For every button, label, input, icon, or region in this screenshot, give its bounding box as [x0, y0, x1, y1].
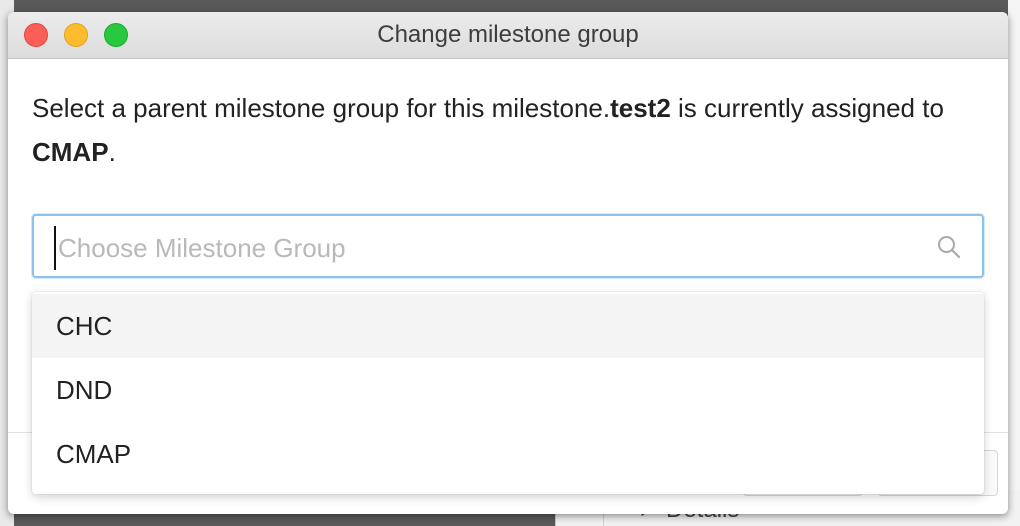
current-group: CMAP [32, 137, 109, 167]
milestone-name: test2 [610, 93, 671, 123]
dialog-title: Change milestone group [377, 21, 639, 48]
dropdown-option[interactable]: CHC [32, 294, 984, 358]
message-suffix: . [108, 137, 116, 167]
message-prefix: Select a parent milestone group for this… [32, 93, 611, 123]
search-icon [938, 236, 961, 259]
title-bar: Change milestone group [8, 12, 1008, 59]
dialog-message: Select a parent milestone group for this… [32, 86, 972, 174]
dropdown-option[interactable]: CMAP [32, 422, 984, 486]
dropdown-option[interactable]: DND [32, 358, 984, 422]
milestone-group-search[interactable] [32, 214, 984, 278]
message-middle: is currently assigned to [670, 93, 944, 123]
background-app-right [1008, 0, 1020, 490]
milestone-group-input[interactable] [54, 226, 920, 270]
milestone-group-dropdown: CHC DND CMAP [32, 292, 984, 494]
change-milestone-group-dialog: Change milestone group Select a parent m… [8, 12, 1008, 514]
